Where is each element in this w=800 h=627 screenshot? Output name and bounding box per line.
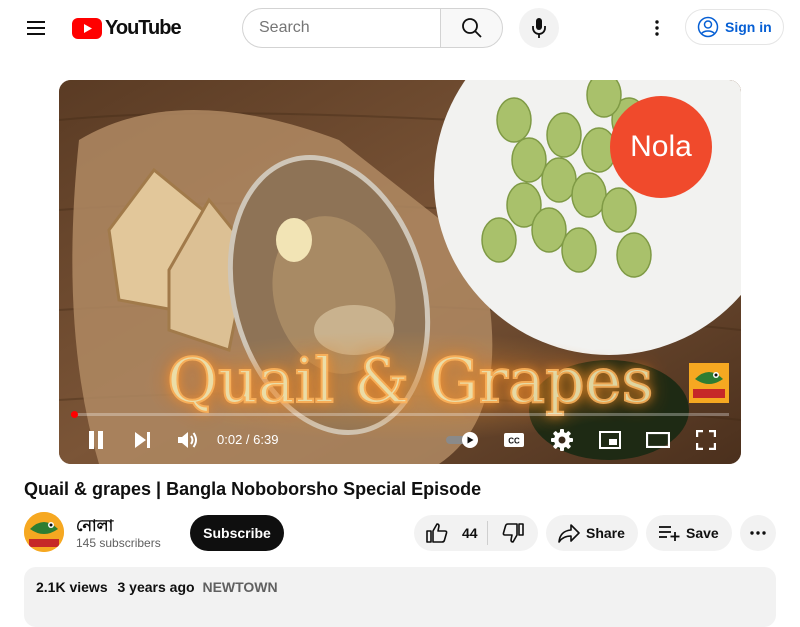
settings-button[interactable]	[547, 422, 577, 458]
channel-watermark[interactable]	[689, 363, 729, 403]
channel-watermark-logo-icon	[689, 363, 729, 403]
closed-captions-icon: CC	[504, 433, 524, 447]
svg-text:CC: CC	[508, 437, 520, 446]
search-icon	[461, 18, 482, 38]
subtitles-button[interactable]: CC	[499, 422, 529, 458]
subscriber-count: 145 subscribers	[76, 536, 161, 550]
description-box[interactable]: 2.1K views 3 years ago NEWTOWN	[24, 567, 776, 627]
pause-icon	[89, 431, 103, 449]
fullscreen-button[interactable]	[691, 422, 721, 458]
like-dislike-segment: 44	[414, 515, 538, 551]
dislike-button[interactable]	[488, 515, 538, 551]
search-input[interactable]	[259, 19, 440, 37]
autoplay-toggle-icon	[446, 432, 478, 448]
autoplay-toggle[interactable]	[443, 422, 483, 458]
youtube-play-logo-icon	[72, 17, 102, 39]
microphone-icon	[532, 18, 546, 38]
like-button[interactable]: 44	[414, 515, 487, 551]
masthead: YouTube Sign in	[0, 0, 800, 56]
view-count: 2.1K views	[36, 579, 108, 595]
youtube-logo[interactable]: YouTube	[72, 16, 182, 40]
share-button[interactable]: Share	[546, 515, 638, 551]
thumbs-up-icon	[426, 523, 448, 543]
theater-mode-icon	[646, 432, 670, 448]
hamburger-menu-icon	[27, 21, 45, 35]
gear-icon	[551, 429, 573, 451]
miniplayer-icon	[599, 431, 621, 449]
progress-scrubber-handle[interactable]	[71, 411, 78, 418]
channel-logo-icon	[24, 512, 64, 552]
settings-more-button[interactable]	[637, 8, 677, 48]
next-video-button[interactable]	[127, 422, 157, 458]
save-label: Save	[686, 525, 719, 541]
share-label: Share	[586, 525, 625, 541]
skip-next-icon	[135, 432, 150, 448]
miniplayer-button[interactable]	[595, 422, 625, 458]
logo-wordmark: YouTube	[105, 16, 182, 39]
fullscreen-icon	[696, 430, 716, 450]
video-player[interactable]: Nola Quail & Grapes 0:02 / 6:39 CC	[59, 80, 741, 464]
search-box[interactable]	[242, 8, 440, 48]
more-actions-button[interactable]	[740, 515, 776, 551]
playlist-add-icon	[659, 526, 680, 541]
pause-button[interactable]	[81, 422, 111, 458]
horizontal-dots-icon	[750, 531, 766, 535]
video-title: Quail & grapes | Bangla Noboborsho Speci…	[24, 479, 482, 499]
location-tag[interactable]: NEWTOWN	[202, 579, 277, 595]
search-button[interactable]	[440, 8, 503, 48]
volume-icon	[178, 432, 197, 448]
guide-menu-button[interactable]	[16, 8, 56, 48]
channel-avatar[interactable]	[24, 512, 64, 552]
subscribe-button[interactable]: Subscribe	[190, 515, 284, 551]
save-button[interactable]: Save	[646, 515, 732, 551]
account-circle-icon	[697, 16, 719, 38]
vertical-dots-icon	[655, 20, 659, 36]
sign-in-label: Sign in	[725, 19, 772, 35]
volume-button[interactable]	[173, 422, 203, 458]
video-overlay-title: Quail & Grapes	[166, 343, 654, 418]
progress-bar[interactable]	[71, 411, 729, 418]
nola-brand-badge: Nola	[610, 96, 712, 198]
theater-mode-button[interactable]	[643, 422, 673, 458]
thumbs-down-icon	[502, 523, 524, 543]
sign-in-button[interactable]: Sign in	[685, 9, 784, 45]
like-count: 44	[462, 525, 478, 541]
upload-age: 3 years ago	[117, 579, 195, 595]
voice-search-button[interactable]	[519, 8, 559, 48]
time-display: 0:02 / 6:39	[217, 432, 279, 447]
share-arrow-icon	[558, 524, 580, 543]
nola-brand-text: Nola	[630, 130, 692, 163]
